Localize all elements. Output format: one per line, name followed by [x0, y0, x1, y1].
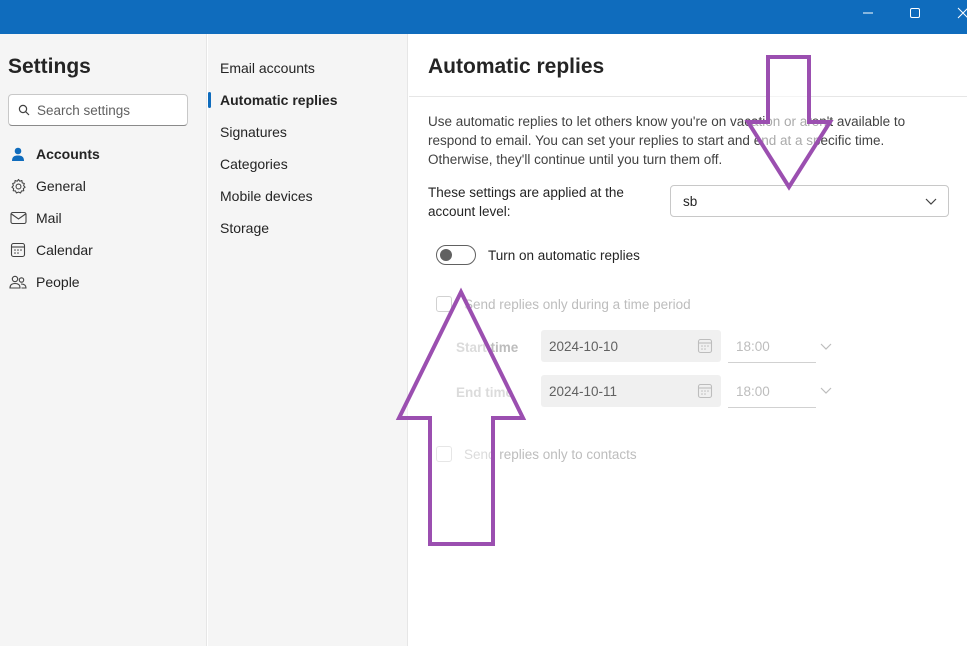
- toggle-knob: [440, 249, 452, 261]
- search-input[interactable]: [37, 102, 177, 118]
- nav-item-label: General: [36, 178, 86, 194]
- page-title: Automatic replies: [428, 55, 605, 78]
- contacts-only-label: Send replies only to contacts: [464, 446, 637, 462]
- minimize-icon: [863, 12, 873, 14]
- subnav-item-categories[interactable]: Categories: [220, 151, 288, 177]
- time-period-checkbox[interactable]: [436, 296, 452, 312]
- nav-item-label: People: [36, 274, 80, 290]
- start-time-label: Start time: [456, 340, 519, 355]
- subnav-item-automatic-replies[interactable]: Automatic replies: [220, 87, 337, 113]
- end-time-field[interactable]: 18:00: [728, 376, 816, 408]
- close-button[interactable]: [940, 0, 967, 26]
- mail-icon: [8, 208, 28, 228]
- search-icon: [18, 104, 30, 116]
- accounts-subnav: Email accounts Automatic replies Signatu…: [208, 34, 408, 646]
- start-date-field[interactable]: 2024-10-10: [541, 330, 721, 362]
- people-icon: [8, 272, 28, 292]
- nav-item-general[interactable]: General: [8, 172, 198, 200]
- toggle-label: Turn on automatic replies: [488, 247, 640, 263]
- nav-item-calendar[interactable]: Calendar: [8, 236, 198, 264]
- subnav-item-storage[interactable]: Storage: [220, 215, 269, 241]
- nav-item-mail[interactable]: Mail: [8, 204, 198, 232]
- chevron-down-icon[interactable]: [819, 339, 833, 353]
- title-bar: [0, 0, 967, 34]
- end-date-value: 2024-10-11: [549, 383, 618, 399]
- calendar-icon: [697, 338, 713, 354]
- nav-item-accounts[interactable]: Accounts: [8, 140, 198, 168]
- automatic-replies-panel: Automatic replies Use automatic replies …: [409, 34, 967, 646]
- account-dropdown-value: sb: [683, 193, 698, 209]
- search-box[interactable]: [8, 94, 188, 126]
- start-time-field[interactable]: 18:00: [728, 331, 816, 363]
- subnav-item-signatures[interactable]: Signatures: [220, 119, 287, 145]
- nav-item-label: Calendar: [36, 242, 93, 258]
- chevron-down-icon: [925, 198, 937, 205]
- nav-item-people[interactable]: People: [8, 268, 198, 296]
- nav-item-label: Mail: [36, 210, 62, 226]
- time-period-row: Send replies only during a time period: [436, 294, 691, 314]
- auto-reply-toggle[interactable]: [436, 245, 476, 265]
- close-icon: [957, 7, 967, 19]
- contacts-only-checkbox[interactable]: [436, 446, 452, 462]
- calendar-icon: [697, 383, 713, 399]
- end-date-field[interactable]: 2024-10-11: [541, 375, 721, 407]
- end-time-label: End time: [456, 385, 514, 400]
- end-time-value: 18:00: [736, 384, 770, 399]
- settings-title: Settings: [8, 55, 91, 78]
- subnav-item-mobile-devices[interactable]: Mobile devices: [220, 183, 313, 209]
- account-level-label: These settings are applied at the accoun…: [428, 185, 624, 219]
- contacts-only-row: Send replies only to contacts: [436, 444, 637, 464]
- calendar-icon: [8, 240, 28, 260]
- start-date-value: 2024-10-10: [549, 338, 619, 354]
- account-dropdown[interactable]: sb: [670, 185, 949, 217]
- description-text: Use automatic replies to let others know…: [428, 114, 906, 167]
- divider: [409, 96, 967, 97]
- minimize-button[interactable]: [845, 0, 891, 26]
- auto-reply-toggle-row: Turn on automatic replies: [436, 244, 640, 266]
- gear-icon: [8, 176, 28, 196]
- settings-sidebar: Settings Accounts General Mail Calendar …: [0, 34, 207, 646]
- subnav-item-email-accounts[interactable]: Email accounts: [220, 55, 315, 81]
- selected-indicator: [208, 92, 211, 108]
- start-time-value: 18:00: [736, 339, 770, 354]
- maximize-icon: [910, 8, 920, 18]
- time-period-label: Send replies only during a time period: [464, 296, 691, 312]
- maximize-button[interactable]: [892, 0, 938, 26]
- person-icon: [8, 144, 28, 164]
- nav-item-label: Accounts: [36, 146, 100, 162]
- chevron-down-icon[interactable]: [819, 383, 833, 397]
